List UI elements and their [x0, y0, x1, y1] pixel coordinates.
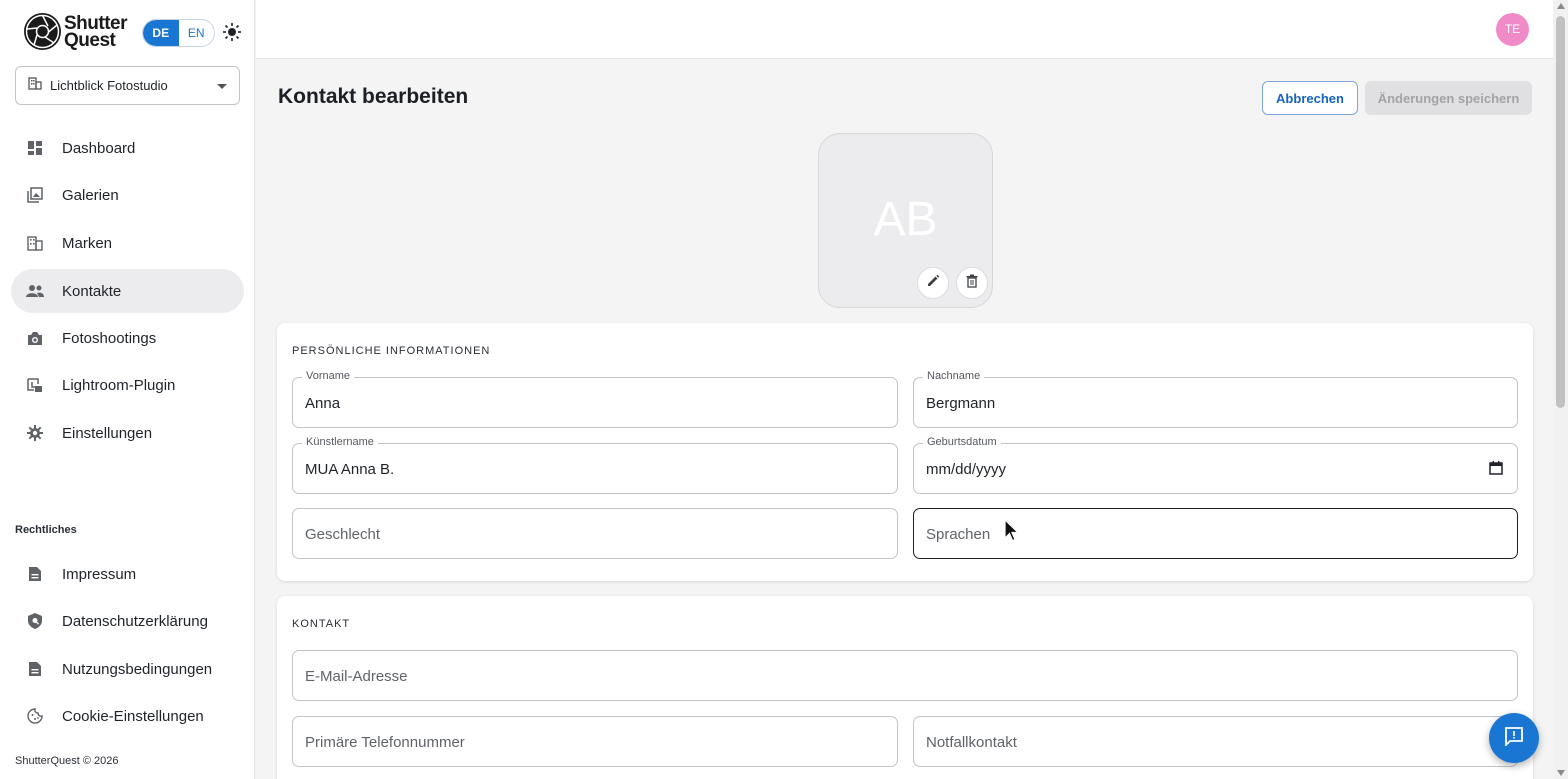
sidebar-item-lightroom-plugin[interactable]: Lightroom-Plugin: [11, 363, 244, 407]
sidebar-item-kontakte[interactable]: Kontakte: [11, 269, 244, 313]
gear-icon: [26, 424, 44, 442]
language-toggle: DE EN: [142, 19, 215, 47]
last-name-field[interactable]: Nachname Bergmann: [913, 370, 1518, 428]
sidebar-item-einstellungen[interactable]: Einstellungen: [11, 411, 244, 455]
sidebar: Shutter Quest DE EN Lichtblick Fotostudi…: [0, 0, 255, 779]
sidebar-item-datenschutz[interactable]: Datenschutzerklärung: [11, 599, 244, 643]
cookie-icon: [26, 707, 44, 725]
emergency-contact-field[interactable]: Notfallkontakt: [913, 716, 1518, 767]
plugin-icon: [26, 376, 44, 394]
document-icon: [26, 660, 44, 678]
building-icon: [28, 76, 42, 95]
page-scrollbar[interactable]: [1553, 0, 1568, 779]
gallery-icon: [26, 186, 44, 204]
people-icon: [26, 282, 44, 300]
phone-field[interactable]: Primäre Telefonnummer: [292, 716, 898, 767]
contact-card: KONTAKT E-Mail-Adresse Primäre Telefonnu…: [277, 596, 1533, 779]
birthdate-field[interactable]: Geburtsdatum mm/dd/yyyy: [913, 436, 1518, 494]
legal-heading: Rechtliches: [15, 524, 77, 536]
trash-icon: [966, 274, 978, 293]
dashboard-icon: [26, 139, 44, 157]
personal-info-card: PERSÖNLICHE INFORMATIONEN Vorname Anna N…: [277, 323, 1533, 581]
studio-name: Lichtblick Fotostudio: [50, 78, 168, 93]
sidebar-item-dashboard[interactable]: Dashboard: [11, 126, 244, 170]
sun-icon[interactable]: [222, 22, 242, 42]
sidebar-item-impressum[interactable]: Impressum: [11, 552, 244, 596]
document-icon: [26, 565, 44, 583]
scroll-thumb[interactable]: [1556, 16, 1565, 408]
brand-logo[interactable]: Shutter Quest: [24, 12, 128, 51]
scroll-down-icon[interactable]: [1557, 770, 1565, 776]
sidebar-item-marken[interactable]: Marken: [11, 221, 244, 265]
artist-name-field[interactable]: Künstlername MUA Anna B.: [292, 436, 898, 494]
edit-photo-button[interactable]: [917, 267, 949, 299]
mouse-cursor-icon: [1004, 518, 1020, 548]
sidebar-item-cookie-einstellungen[interactable]: Cookie-Einstellungen: [11, 694, 244, 738]
topbar: TE: [256, 0, 1553, 59]
cancel-button[interactable]: Abbrechen: [1262, 81, 1358, 115]
brand-name: Shutter Quest: [64, 12, 128, 51]
copyright: ShutterQuest © 2026: [15, 755, 119, 767]
personal-info-title: PERSÖNLICHE INFORMATIONEN: [292, 345, 491, 357]
studio-select[interactable]: Lichtblick Fotostudio: [15, 66, 240, 105]
aperture-icon: [24, 13, 61, 50]
delete-photo-button[interactable]: [956, 267, 988, 299]
photo-initials: AB: [873, 193, 938, 246]
sidebar-item-nutzungsbedingungen[interactable]: Nutzungsbedingungen: [11, 647, 244, 691]
page-title: Kontakt bearbeiten: [278, 85, 469, 108]
feedback-button[interactable]: [1489, 713, 1539, 763]
sidebar-item-galerien[interactable]: Galerien: [11, 173, 244, 217]
user-avatar[interactable]: TE: [1496, 13, 1529, 46]
building-icon: [26, 234, 44, 252]
email-field[interactable]: E-Mail-Adresse: [292, 650, 1518, 701]
contact-photo[interactable]: AB: [818, 133, 993, 308]
gender-field[interactable]: Geschlecht: [292, 508, 898, 559]
contact-title: KONTAKT: [292, 618, 351, 630]
save-changes-button[interactable]: Änderungen speichern: [1365, 81, 1532, 115]
lang-en-button[interactable]: EN: [179, 20, 215, 46]
camera-icon: [26, 329, 44, 347]
lang-de-button[interactable]: DE: [143, 20, 179, 46]
scroll-up-icon[interactable]: [1557, 3, 1565, 9]
shield-icon: [26, 612, 44, 630]
first-name-field[interactable]: Vorname Anna: [292, 370, 898, 428]
pencil-icon: [926, 274, 940, 293]
chevron-down-icon: [217, 84, 227, 89]
chat-icon: [1504, 726, 1524, 751]
calendar-icon[interactable]: [1489, 461, 1503, 480]
sidebar-item-fotoshootings[interactable]: Fotoshootings: [11, 316, 244, 360]
